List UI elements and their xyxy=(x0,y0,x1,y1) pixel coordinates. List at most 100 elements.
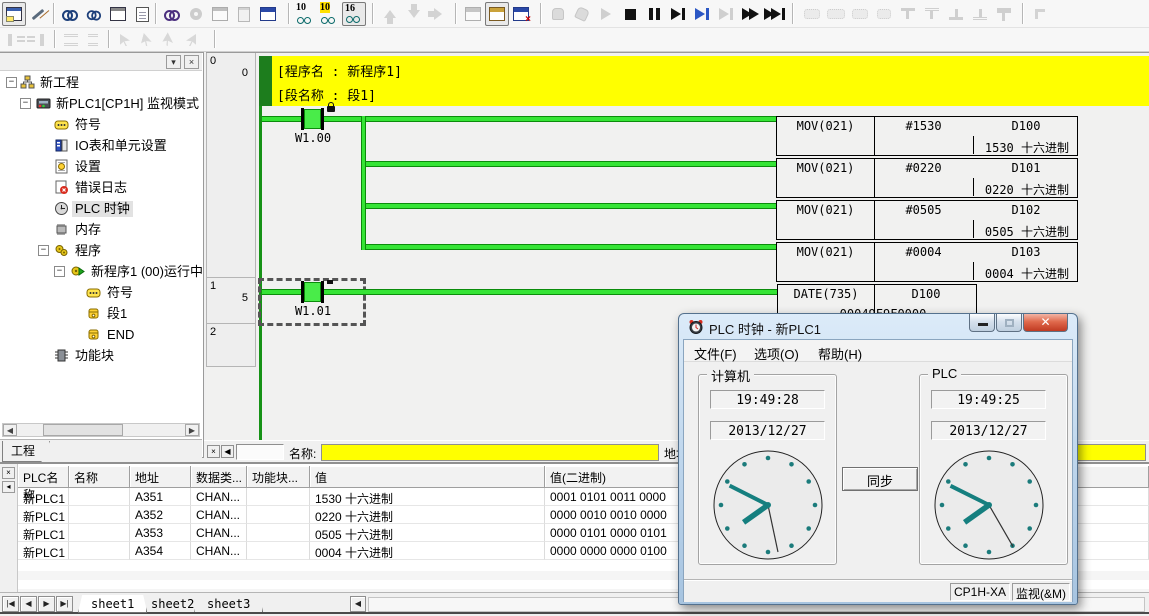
table-cell[interactable]: 1530 十六进制 xyxy=(310,488,545,506)
column-header[interactable]: 值 xyxy=(310,466,545,488)
monitor-signed-decimal-icon[interactable]: 10 xyxy=(318,2,342,26)
table-cell[interactable]: 新PLC1 xyxy=(18,524,69,542)
monitor-decimal-icon[interactable]: 10 xyxy=(294,2,318,26)
table-cell[interactable]: A351 xyxy=(130,488,191,506)
step-into-icon[interactable] xyxy=(690,2,714,26)
plc-clock-dialog[interactable]: PLC 时钟 - 新PLC1 ✕ 文件(F) 选项(O) 帮助(H) 计算机 1… xyxy=(678,313,1078,605)
dialog-titlebar[interactable]: PLC 时钟 - 新PLC1 ✕ xyxy=(679,314,1077,339)
column-header[interactable]: 数据类... xyxy=(191,466,247,488)
column-header[interactable]: 地址 xyxy=(130,466,191,488)
table-cell[interactable]: CHAN... xyxy=(191,524,247,542)
keyboard-card-icon-3[interactable] xyxy=(848,2,872,26)
online-work-icon[interactable] xyxy=(184,2,208,26)
monitor-hex-icon[interactable]: 16 xyxy=(342,2,366,26)
scan-run-icon[interactable] xyxy=(762,2,786,26)
transfer-cancel-icon[interactable]: × xyxy=(509,2,533,26)
watch-arrow-icon[interactable]: ◂ xyxy=(2,481,15,493)
table-cell[interactable]: 0505 十六进制 xyxy=(310,524,545,542)
table-cell[interactable] xyxy=(247,506,310,524)
menu-file[interactable]: 文件(F) xyxy=(688,343,743,364)
rung-margin-0[interactable]: 0 0 xyxy=(206,53,256,278)
step-over-icon[interactable] xyxy=(714,2,738,26)
transfer-save-icon[interactable] xyxy=(461,2,485,26)
window-copy-icon[interactable] xyxy=(208,2,232,26)
table-cell[interactable] xyxy=(69,488,130,506)
line-connect-icon[interactable] xyxy=(1028,2,1052,26)
stop-icon[interactable] xyxy=(618,2,642,26)
column-header[interactable]: 名称 xyxy=(69,466,130,488)
menu-help[interactable]: 帮助(H) xyxy=(812,343,868,364)
pointer-edit-icon[interactable] xyxy=(136,30,158,50)
symbol-bar-close-icon[interactable]: × xyxy=(207,445,220,458)
options-hammer-icon[interactable] xyxy=(26,2,50,26)
continuous-step-icon[interactable] xyxy=(738,2,762,26)
tab-sheet3[interactable]: sheet3 xyxy=(194,595,263,613)
list-compact-icon[interactable] xyxy=(82,30,104,50)
table-cell[interactable]: A352 xyxy=(130,506,191,524)
io-connect-icon[interactable] xyxy=(106,2,130,26)
table-cell[interactable] xyxy=(247,488,310,506)
expander-icon[interactable]: − xyxy=(54,266,65,277)
indent-left-icon[interactable] xyxy=(4,30,26,50)
sheet-scroll-left-icon[interactable]: ◀ xyxy=(350,596,366,612)
contact-w101-on-state[interactable] xyxy=(304,282,321,302)
minimize-button[interactable] xyxy=(969,314,995,332)
monitor-view-icon[interactable] xyxy=(58,2,82,26)
table-cell[interactable] xyxy=(69,524,130,542)
table-cell[interactable]: CHAN... xyxy=(191,542,247,560)
compare-program-icon[interactable] xyxy=(426,2,450,26)
column-header[interactable]: PLC名称 xyxy=(18,466,69,488)
tab-sheet1[interactable]: sheet1 xyxy=(78,595,147,613)
run-icon[interactable] xyxy=(594,2,618,26)
keyboard-card-icon-2[interactable] xyxy=(824,2,848,26)
pointer-copy-icon[interactable] xyxy=(158,30,180,50)
table-cell[interactable] xyxy=(247,524,310,542)
name-field[interactable] xyxy=(321,444,659,461)
instruction-box-mov1[interactable]: MOV(021) #1530 D100 1530 十六进制 xyxy=(776,116,1078,156)
keyboard-card-icon-1[interactable] xyxy=(800,2,824,26)
compile-check-icon[interactable] xyxy=(160,2,184,26)
indent-right-icon[interactable] xyxy=(26,30,48,50)
ladder-contact-icon-1[interactable] xyxy=(896,2,920,26)
workspace-close-button[interactable]: × xyxy=(184,55,199,69)
rung-margin-1[interactable]: 1 5 xyxy=(206,278,256,324)
pause-icon[interactable] xyxy=(642,2,666,26)
table-cell[interactable]: CHAN... xyxy=(191,488,247,506)
expander-icon[interactable]: − xyxy=(38,245,49,256)
force-on-icon[interactable] xyxy=(546,2,570,26)
edit-properties-icon[interactable] xyxy=(130,2,154,26)
instruction-box-mov4[interactable]: MOV(021) #0004 D103 0004 十六进制 xyxy=(776,242,1078,282)
work-online-icon[interactable] xyxy=(485,2,509,26)
table-cell[interactable]: 新PLC1 xyxy=(18,488,69,506)
table-cell[interactable]: A354 xyxy=(130,542,191,560)
close-button[interactable]: ✕ xyxy=(1023,314,1068,332)
next-sheet-icon[interactable]: ▶ xyxy=(38,596,55,612)
table-cell[interactable]: 新PLC1 xyxy=(18,506,69,524)
pointer-delete-icon[interactable] xyxy=(180,30,202,50)
table-cell[interactable]: A353 xyxy=(130,524,191,542)
prev-sheet-icon[interactable]: ◀ xyxy=(20,596,37,612)
expander-icon[interactable]: − xyxy=(20,98,31,109)
ladder-contact-icon-2[interactable] xyxy=(920,2,944,26)
scrollbar-thumb[interactable] xyxy=(43,424,123,436)
sync-button[interactable]: 同步 xyxy=(842,467,918,491)
first-sheet-icon[interactable]: |◀ xyxy=(2,596,19,612)
table-cell[interactable] xyxy=(247,542,310,560)
table-cell[interactable] xyxy=(69,506,130,524)
table-cell[interactable]: 0220 十六进制 xyxy=(310,506,545,524)
keyboard-card-icon-4[interactable] xyxy=(872,2,896,26)
ladder-contact-icon-5[interactable] xyxy=(992,2,1016,26)
table-cell[interactable]: CHAN... xyxy=(191,506,247,524)
force-off-icon[interactable] xyxy=(570,2,594,26)
contact-w100-on-state[interactable] xyxy=(304,109,321,129)
clipboard-icon[interactable] xyxy=(232,2,256,26)
ladder-contact-icon-4[interactable] xyxy=(968,2,992,26)
maximize-button[interactable] xyxy=(996,314,1022,332)
step-run-icon[interactable] xyxy=(666,2,690,26)
watch-window-icon[interactable] xyxy=(82,2,106,26)
scroll-right-icon[interactable]: ▶ xyxy=(185,424,199,436)
table-cell[interactable] xyxy=(69,542,130,560)
view-layout-icon[interactable] xyxy=(2,2,26,26)
pointer-select-icon[interactable] xyxy=(114,30,136,50)
tab-project[interactable]: 工程 xyxy=(2,441,50,462)
